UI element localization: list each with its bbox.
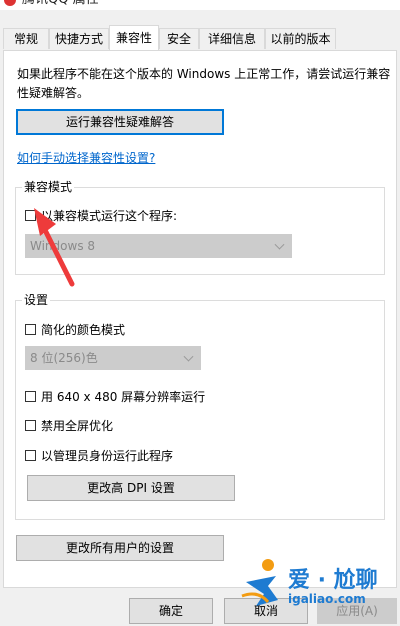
- checkbox-box[interactable]: [25, 324, 36, 335]
- reduced-color-checkbox[interactable]: 简化的颜色模式: [25, 321, 125, 338]
- checkbox-box[interactable]: [25, 391, 36, 402]
- apply-button[interactable]: 应用(A): [317, 598, 397, 624]
- tab-shortcut[interactable]: 快捷方式: [49, 28, 109, 49]
- disable-fullscreen-label: 禁用全屏优化: [41, 419, 114, 433]
- tab-previous-versions[interactable]: 以前的版本: [265, 28, 336, 49]
- manual-settings-link[interactable]: 如何手动选择兼容性设置?: [17, 149, 155, 166]
- color-mode-select[interactable]: 8 位(256)色: [25, 346, 201, 370]
- reduced-color-label: 简化的颜色模式: [41, 323, 126, 337]
- compat-os-select[interactable]: Windows 8: [25, 234, 292, 258]
- compat-mode-checkbox-label: 以兼容模式运行这个程序:: [41, 209, 178, 223]
- settings-label: 设置: [22, 293, 51, 307]
- run-troubleshooter-button[interactable]: 运行兼容性疑难解答: [16, 109, 224, 135]
- compat-mode-label: 兼容模式: [22, 180, 75, 194]
- compat-mode-group: [15, 187, 385, 275]
- disable-fullscreen-checkbox[interactable]: 禁用全屏优化: [25, 417, 113, 434]
- run-as-admin-label: 以管理员身份运行此程序: [41, 449, 174, 463]
- ok-button[interactable]: 确定: [129, 598, 213, 624]
- cancel-button[interactable]: 取消: [224, 598, 308, 624]
- tab-compatibility[interactable]: 兼容性: [109, 25, 159, 50]
- compatibility-panel: 如果此程序不能在这个版本的 Windows 上正常工作，请尝试运行兼容性疑难解答…: [3, 50, 397, 588]
- window-title: 腾讯QQ 属性: [22, 0, 99, 8]
- intro-text: 如果此程序不能在这个版本的 Windows 上正常工作，请尝试运行兼容性疑难解答…: [17, 67, 391, 100]
- color-mode-select-value: 8 位(256)色: [30, 351, 98, 365]
- dialog-footer: 确定 取消 应用(A): [0, 588, 400, 626]
- title-bar: 腾讯QQ 属性: [0, 0, 400, 10]
- tab-details[interactable]: 详细信息: [199, 28, 265, 49]
- compat-os-select-value: Windows 8: [30, 239, 96, 253]
- checkbox-box[interactable]: [25, 420, 36, 431]
- run-as-admin-checkbox[interactable]: 以管理员身份运行此程序: [25, 447, 173, 464]
- tab-bar: 常规 快捷方式 兼容性 安全 详细信息 以前的版本: [0, 25, 400, 50]
- tab-security[interactable]: 安全: [159, 28, 199, 49]
- chevron-down-icon: [183, 351, 194, 362]
- checkbox-box[interactable]: [25, 450, 36, 461]
- checkbox-box[interactable]: [25, 210, 36, 221]
- run-640x480-checkbox[interactable]: 用 640 x 480 屏幕分辨率运行: [25, 388, 205, 405]
- change-all-users-button[interactable]: 更改所有用户的设置: [16, 535, 224, 561]
- change-dpi-button[interactable]: 更改高 DPI 设置: [27, 475, 235, 501]
- run-640x480-label: 用 640 x 480 屏幕分辨率运行: [41, 390, 206, 404]
- app-icon: [4, 0, 16, 6]
- tab-general[interactable]: 常规: [3, 28, 49, 49]
- chevron-down-icon: [274, 239, 285, 250]
- compat-mode-checkbox[interactable]: 以兼容模式运行这个程序:: [25, 207, 177, 224]
